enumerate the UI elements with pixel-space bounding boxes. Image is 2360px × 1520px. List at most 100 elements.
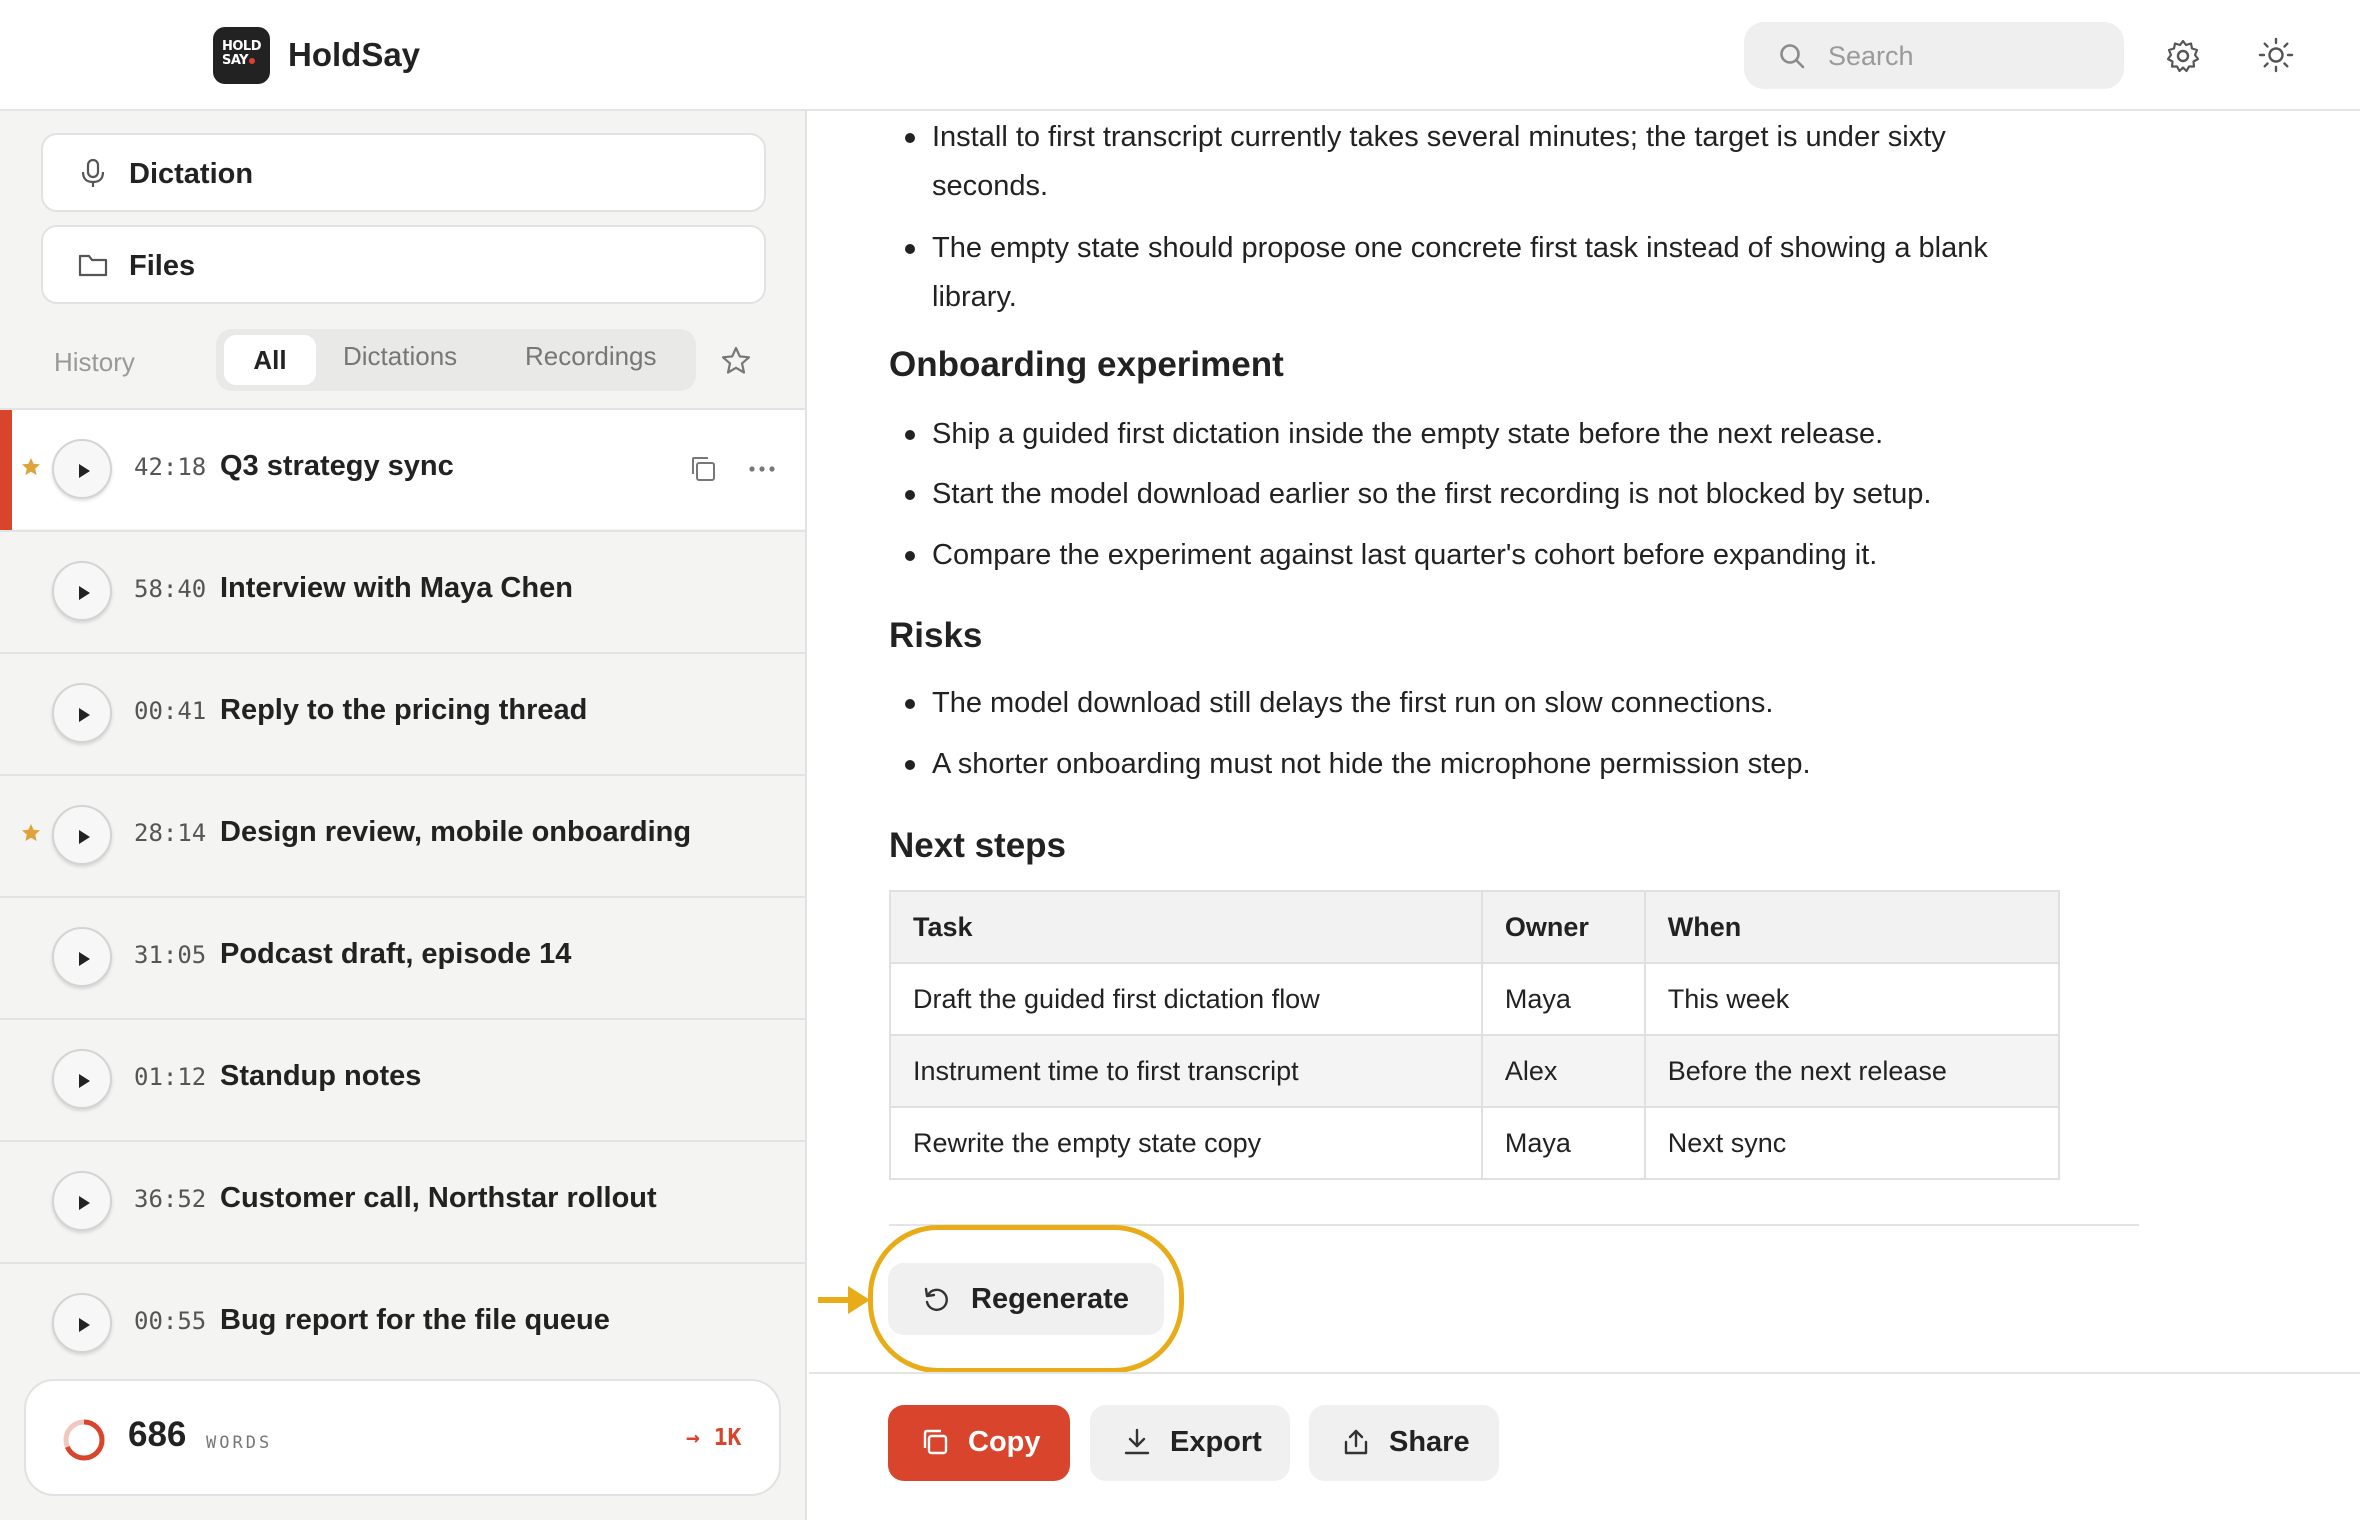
list-item[interactable]: 00:55 Bug report for the file queue xyxy=(0,1262,805,1383)
filter-dictations[interactable]: Dictations xyxy=(343,341,457,372)
play-button[interactable] xyxy=(52,561,112,621)
regenerate-button[interactable]: Regenerate xyxy=(888,1263,1164,1335)
app-title: HoldSay xyxy=(288,36,421,73)
logo-text-hold: HOLD xyxy=(222,39,262,54)
word-count-unit: WORDS xyxy=(206,1433,273,1453)
item-duration: 00:55 xyxy=(134,1307,207,1335)
item-duration: 28:14 xyxy=(134,819,207,847)
filter-all[interactable]: All xyxy=(224,335,316,385)
table-cell: Next sync xyxy=(1643,1106,2061,1180)
item-title: Interview with Maya Chen xyxy=(220,572,573,604)
table-cell: Maya xyxy=(1480,962,1646,1036)
section-heading: Onboarding experiment xyxy=(889,345,1284,384)
column-header: When xyxy=(1643,890,2061,964)
play-button[interactable] xyxy=(52,1171,112,1231)
list-item: Start the model download earlier so the … xyxy=(905,470,2052,519)
next-steps-table: Task Owner When Draft the guided first d… xyxy=(889,890,2061,1180)
list-item[interactable]: 00:41 Reply to the pricing thread xyxy=(0,652,805,773)
app-logo: HOLD SAY xyxy=(213,27,270,84)
play-button[interactable] xyxy=(52,1049,112,1109)
play-button[interactable] xyxy=(52,683,112,743)
list-item: Install to first transcript currently ta… xyxy=(905,113,2052,211)
more-icon[interactable] xyxy=(746,454,778,484)
table-header: Task Owner When xyxy=(889,890,2061,964)
list-item[interactable]: 42:18 Q3 strategy sync xyxy=(0,408,805,531)
list-item[interactable]: 58:40 Interview with Maya Chen xyxy=(0,530,805,651)
item-duration: 36:52 xyxy=(134,1185,207,1213)
item-duration: 00:41 xyxy=(134,697,207,725)
filter-recordings[interactable]: Recordings xyxy=(525,341,657,372)
item-duration: 58:40 xyxy=(134,575,207,603)
sidebar-item-label: Dictation xyxy=(129,158,254,190)
list-item: Compare the experiment against last quar… xyxy=(905,531,2052,580)
item-duration: 31:05 xyxy=(134,941,207,969)
transcript-summary: Install to first transcript currently ta… xyxy=(809,111,2360,1371)
progress-ring-icon xyxy=(63,1419,105,1461)
list-item: The empty state should propose one concr… xyxy=(905,224,2052,322)
regenerate-label: Regenerate xyxy=(971,1283,1129,1315)
table-cell: Before the next release xyxy=(1643,1034,2061,1108)
item-title: Podcast draft, episode 14 xyxy=(220,938,572,970)
star-icon xyxy=(22,824,40,841)
share-button[interactable]: Share xyxy=(1309,1405,1499,1481)
gear-icon[interactable] xyxy=(2165,38,2201,74)
item-title: Standup notes xyxy=(220,1060,422,1092)
list-item: A shorter onboarding must not hide the m… xyxy=(905,740,2052,789)
play-button[interactable] xyxy=(52,927,112,987)
item-title: Bug report for the file queue xyxy=(220,1304,610,1336)
copy-icon xyxy=(923,1429,948,1455)
table-row: Instrument time to first transcript Alex… xyxy=(889,1034,2061,1108)
table-row: Draft the guided first dictation flow Ma… xyxy=(889,962,2061,1036)
table-cell: Draft the guided first dictation flow xyxy=(889,962,1483,1036)
export-label: Export xyxy=(1170,1426,1262,1458)
sidebar-item-dictation[interactable]: Dictation xyxy=(41,133,766,212)
list-item[interactable]: 01:12 Standup notes xyxy=(0,1018,805,1139)
copy-label: Copy xyxy=(968,1426,1041,1458)
sidebar-item-files[interactable]: Files xyxy=(41,225,766,304)
list-item: The model download still delays the firs… xyxy=(905,679,2052,728)
table-cell: This week xyxy=(1643,962,2061,1036)
download-icon xyxy=(1124,1428,1150,1455)
column-header: Task xyxy=(889,890,1483,964)
copy-icon[interactable] xyxy=(688,454,718,484)
section-heading: Risks xyxy=(889,616,983,655)
search-input[interactable]: Search xyxy=(1744,22,2124,89)
star-filter-icon[interactable] xyxy=(720,345,752,377)
sun-icon[interactable] xyxy=(2258,37,2294,73)
word-count-value: 686 xyxy=(128,1415,187,1454)
share-icon xyxy=(1344,1429,1368,1455)
search-icon xyxy=(1780,44,1805,69)
word-count-card: 686 WORDS → 1K xyxy=(24,1379,781,1496)
logo-dot xyxy=(249,58,256,64)
share-label: Share xyxy=(1389,1426,1470,1458)
list-item[interactable]: 36:52 Customer call, Northstar rollout xyxy=(0,1140,805,1261)
action-bar: Copy Export Share xyxy=(809,1372,2360,1520)
export-button[interactable]: Export xyxy=(1090,1405,1290,1481)
sidebar: Dictation Files History All Dictations R… xyxy=(0,111,807,1520)
item-title: Q3 strategy sync xyxy=(220,450,454,482)
section-heading: Next steps xyxy=(889,826,1067,865)
star-icon xyxy=(22,458,40,475)
table-cell: Alex xyxy=(1480,1034,1646,1108)
item-title: Reply to the pricing thread xyxy=(220,694,588,726)
word-count-goal: → 1K xyxy=(686,1425,742,1451)
history-label: History xyxy=(54,347,135,377)
list-item[interactable]: 31:05 Podcast draft, episode 14 xyxy=(0,896,805,1017)
copy-button[interactable]: Copy xyxy=(888,1405,1070,1481)
column-header: Owner xyxy=(1480,890,1646,964)
item-duration: 01:12 xyxy=(134,1063,207,1091)
top-bar: HOLD SAY HoldSay Search xyxy=(0,0,2360,111)
history-filter: All Dictations Recordings xyxy=(216,329,696,391)
item-title: Customer call, Northstar rollout xyxy=(220,1182,657,1214)
play-button[interactable] xyxy=(52,439,112,499)
sidebar-item-label: Files xyxy=(129,250,196,282)
play-button[interactable] xyxy=(52,805,112,865)
table-row: Rewrite the empty state copy Maya Next s… xyxy=(889,1106,2061,1180)
microphone-icon xyxy=(81,158,105,187)
table-cell: Instrument time to first transcript xyxy=(889,1034,1483,1108)
play-button[interactable] xyxy=(52,1293,112,1353)
logo-text-say: SAY xyxy=(222,53,249,68)
list-item[interactable]: 28:14 Design review, mobile onboarding xyxy=(0,774,805,895)
table-cell: Rewrite the empty state copy xyxy=(889,1106,1483,1180)
search-placeholder: Search xyxy=(1828,41,1914,71)
